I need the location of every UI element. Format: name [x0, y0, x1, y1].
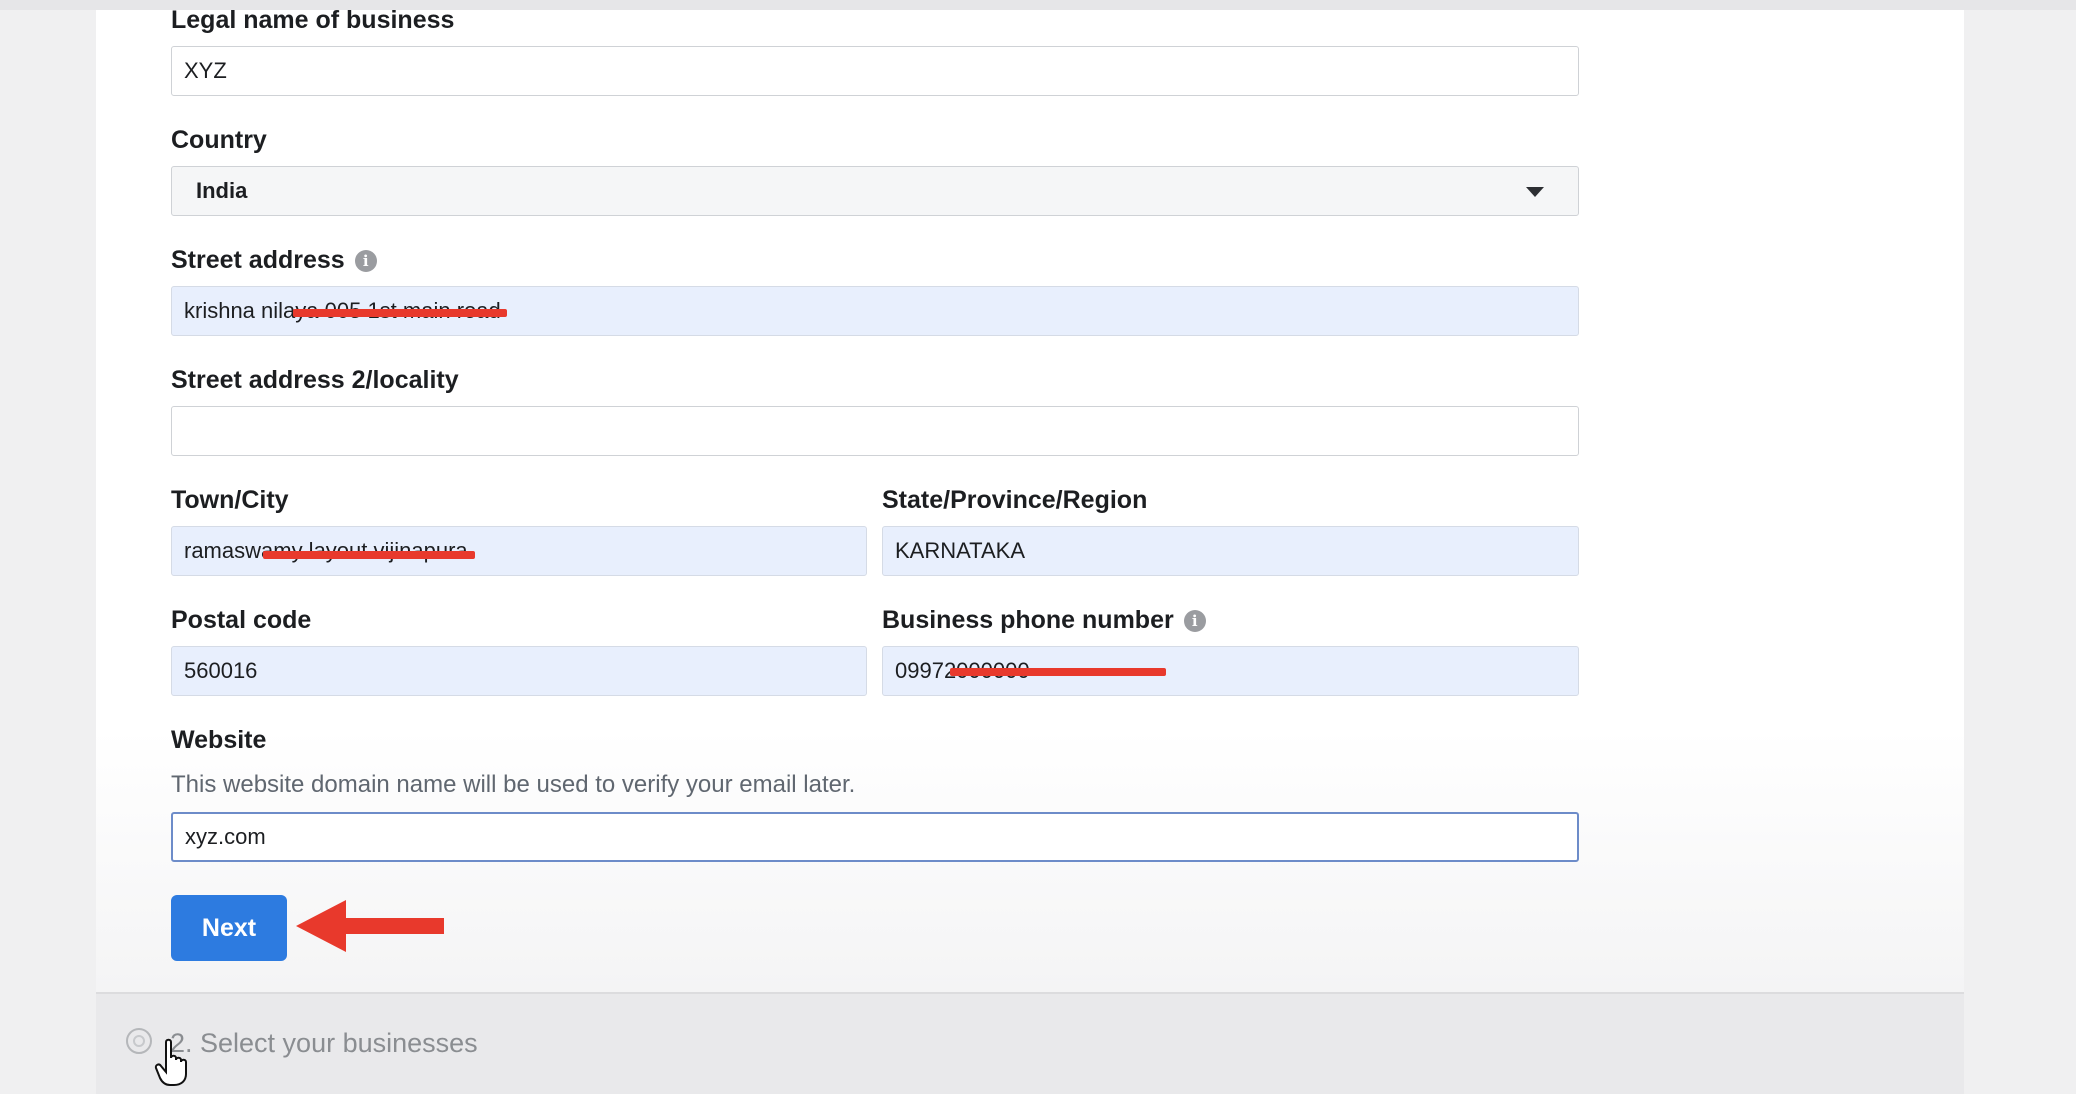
state-value: KARNATAKA: [895, 538, 1025, 563]
postal-code-value: 560016: [184, 658, 258, 683]
website-label: Website: [171, 726, 267, 754]
postal-code-input[interactable]: 560016: [171, 646, 867, 696]
business-phone-label: Business phone number i: [882, 606, 1206, 635]
city-label: Town/City: [171, 486, 289, 514]
step-2-select-businesses[interactable]: 2. Select your businesses: [170, 1028, 478, 1059]
website-value: xyz.com: [185, 824, 266, 849]
street-address-label: Street address i: [171, 246, 377, 275]
website-help-text: This website domain name will be used to…: [171, 771, 856, 798]
street-address-2-label: Street address 2/locality: [171, 366, 459, 394]
state-input[interactable]: KARNATAKA: [882, 526, 1579, 576]
hand-pointer-icon: [154, 1038, 187, 1086]
country-label: Country: [171, 126, 267, 154]
street-address-2-input[interactable]: [171, 406, 1579, 456]
chevron-down-icon[interactable]: [1526, 187, 1544, 197]
country-value: India: [196, 178, 248, 203]
info-icon[interactable]: i: [354, 249, 377, 272]
step-circle-icon[interactable]: [126, 1028, 152, 1054]
postal-code-label: Postal code: [171, 606, 312, 634]
legal-name-label: Legal name of business: [171, 6, 455, 34]
legal-name-value: XYZ: [184, 58, 227, 83]
red-arrow-left-icon: [296, 900, 444, 952]
next-button[interactable]: Next: [171, 895, 287, 961]
redaction-mark: [293, 309, 507, 317]
redaction-mark: [263, 551, 475, 559]
country-select[interactable]: India: [171, 166, 1579, 216]
legal-name-input[interactable]: XYZ: [171, 46, 1579, 96]
redaction-mark: [950, 668, 1166, 676]
state-label: State/Province/Region: [882, 486, 1148, 514]
website-input[interactable]: xyz.com: [171, 812, 1579, 862]
info-icon[interactable]: i: [1183, 609, 1206, 632]
